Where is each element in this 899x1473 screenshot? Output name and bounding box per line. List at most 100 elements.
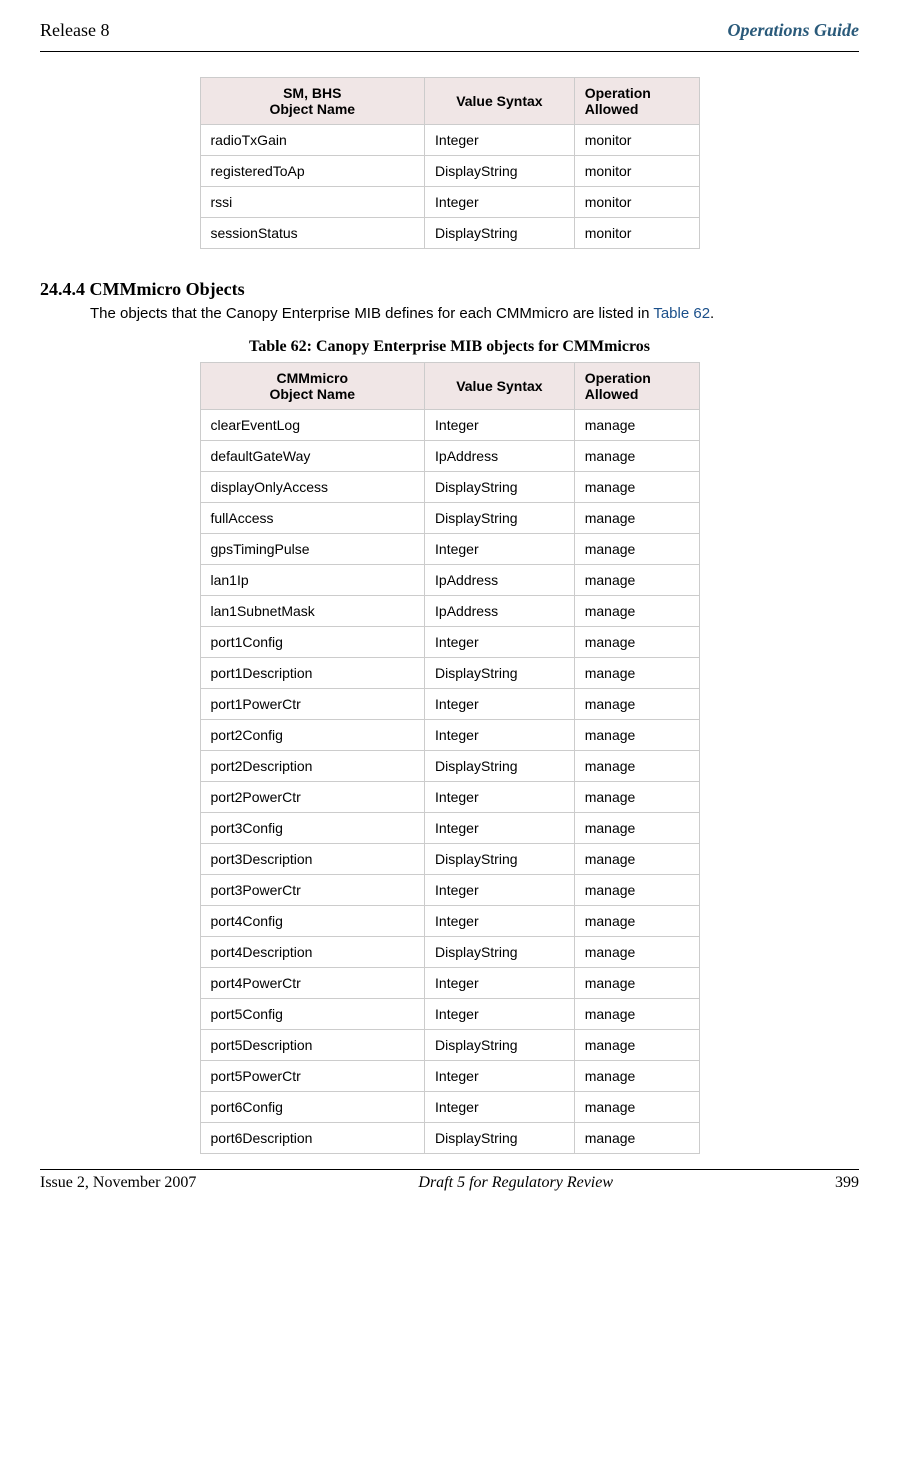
footer-left: Issue 2, November 2007 xyxy=(40,1174,196,1192)
table-row: port3DescriptionDisplayStringmanage xyxy=(200,844,699,875)
table-cell: port1Config xyxy=(200,627,425,658)
table-cell: port6Config xyxy=(200,1092,425,1123)
table-cell: manage xyxy=(574,441,699,472)
table-header: CMMmicroObject Name xyxy=(200,363,425,410)
table-cell: manage xyxy=(574,720,699,751)
table-cell: Integer xyxy=(425,875,575,906)
section-body-prefix: The objects that the Canopy Enterprise M… xyxy=(90,305,653,322)
table-header: SM, BHSObject Name xyxy=(200,78,425,125)
table-row: gpsTimingPulseIntegermanage xyxy=(200,534,699,565)
table-cell: rssi xyxy=(200,187,425,218)
table-cell: Integer xyxy=(425,534,575,565)
table-row: sessionStatusDisplayStringmonitor xyxy=(200,218,699,249)
table-cell: displayOnlyAccess xyxy=(200,472,425,503)
table-cell: IpAddress xyxy=(425,441,575,472)
table-header: Value Syntax xyxy=(425,78,575,125)
table-cell: DisplayString xyxy=(425,503,575,534)
table-cell: manage xyxy=(574,565,699,596)
table-row: port5PowerCtrIntegermanage xyxy=(200,1061,699,1092)
table-caption: Table 62: Canopy Enterprise MIB objects … xyxy=(40,338,859,356)
divider-bottom xyxy=(40,1169,859,1170)
table-cell: Integer xyxy=(425,968,575,999)
table-sm-bhs: SM, BHSObject NameValue SyntaxOperation … xyxy=(200,77,700,249)
footer-page-number: 399 xyxy=(835,1174,859,1192)
table-cell: monitor xyxy=(574,187,699,218)
divider-top xyxy=(40,51,859,52)
table-cell: Integer xyxy=(425,627,575,658)
table-row: lan1IpIpAddressmanage xyxy=(200,565,699,596)
table-cell: Integer xyxy=(425,187,575,218)
table-cell: DisplayString xyxy=(425,658,575,689)
table-cell: manage xyxy=(574,596,699,627)
table-cell: manage xyxy=(574,472,699,503)
table-cell: DisplayString xyxy=(425,844,575,875)
table-cell: port3Config xyxy=(200,813,425,844)
table-cell: DisplayString xyxy=(425,1030,575,1061)
table-cell: DisplayString xyxy=(425,156,575,187)
table-cell: manage xyxy=(574,782,699,813)
table-cell: port4PowerCtr xyxy=(200,968,425,999)
table-row: clearEventLogIntegermanage xyxy=(200,410,699,441)
table-row: lan1SubnetMaskIpAddressmanage xyxy=(200,596,699,627)
table-cell: manage xyxy=(574,906,699,937)
table-cell: manage xyxy=(574,689,699,720)
table-cell: manage xyxy=(574,751,699,782)
table-cell: manage xyxy=(574,1030,699,1061)
table-cell: IpAddress xyxy=(425,565,575,596)
table-row: port2PowerCtrIntegermanage xyxy=(200,782,699,813)
table-header: Value Syntax xyxy=(425,363,575,410)
table-header: Operation Allowed xyxy=(574,78,699,125)
table-cell: port5Description xyxy=(200,1030,425,1061)
table-cell: manage xyxy=(574,813,699,844)
table-cell: port5PowerCtr xyxy=(200,1061,425,1092)
table-cell: port4Config xyxy=(200,906,425,937)
table-cell: Integer xyxy=(425,906,575,937)
table-cell: manage xyxy=(574,844,699,875)
table-row: fullAccessDisplayStringmanage xyxy=(200,503,699,534)
section-body-suffix: . xyxy=(710,305,714,322)
footer-center: Draft 5 for Regulatory Review xyxy=(418,1174,613,1192)
table-row: port1ConfigIntegermanage xyxy=(200,627,699,658)
table-row: port1DescriptionDisplayStringmanage xyxy=(200,658,699,689)
table-cell: Integer xyxy=(425,999,575,1030)
table-row: displayOnlyAccessDisplayStringmanage xyxy=(200,472,699,503)
table-cell: Integer xyxy=(425,410,575,441)
header-left: Release 8 xyxy=(40,20,109,41)
table-cell: lan1SubnetMask xyxy=(200,596,425,627)
table-cell: manage xyxy=(574,875,699,906)
table-cell: Integer xyxy=(425,813,575,844)
table-cell: fullAccess xyxy=(200,503,425,534)
table-cell: monitor xyxy=(574,218,699,249)
table-cell: port3PowerCtr xyxy=(200,875,425,906)
table-cell: Integer xyxy=(425,782,575,813)
table-cell: port6Description xyxy=(200,1123,425,1154)
table-row: port2ConfigIntegermanage xyxy=(200,720,699,751)
table-cell: manage xyxy=(574,627,699,658)
table-cell: port2Description xyxy=(200,751,425,782)
table-row: rssiIntegermonitor xyxy=(200,187,699,218)
table-cell: clearEventLog xyxy=(200,410,425,441)
table-cell: registeredToAp xyxy=(200,156,425,187)
table-cell: port3Description xyxy=(200,844,425,875)
table-cell: gpsTimingPulse xyxy=(200,534,425,565)
table-cell: manage xyxy=(574,534,699,565)
table-cell: manage xyxy=(574,410,699,441)
table-row: port3PowerCtrIntegermanage xyxy=(200,875,699,906)
table-cell: port1PowerCtr xyxy=(200,689,425,720)
table-cell: monitor xyxy=(574,156,699,187)
table-row: port6ConfigIntegermanage xyxy=(200,1092,699,1123)
table-row: port4DescriptionDisplayStringmanage xyxy=(200,937,699,968)
table-cell: port2Config xyxy=(200,720,425,751)
table-row: port1PowerCtrIntegermanage xyxy=(200,689,699,720)
table-row: port3ConfigIntegermanage xyxy=(200,813,699,844)
table-cell: Integer xyxy=(425,689,575,720)
table-row: port5ConfigIntegermanage xyxy=(200,999,699,1030)
table-cell: manage xyxy=(574,658,699,689)
table-cell: manage xyxy=(574,1061,699,1092)
table-cell: manage xyxy=(574,1123,699,1154)
table-cmmmicro: CMMmicroObject NameValue SyntaxOperation… xyxy=(200,362,700,1154)
table-cell: manage xyxy=(574,1092,699,1123)
table-cell: manage xyxy=(574,937,699,968)
table-header: Operation Allowed xyxy=(574,363,699,410)
table-ref-link[interactable]: Table 62 xyxy=(653,305,710,322)
